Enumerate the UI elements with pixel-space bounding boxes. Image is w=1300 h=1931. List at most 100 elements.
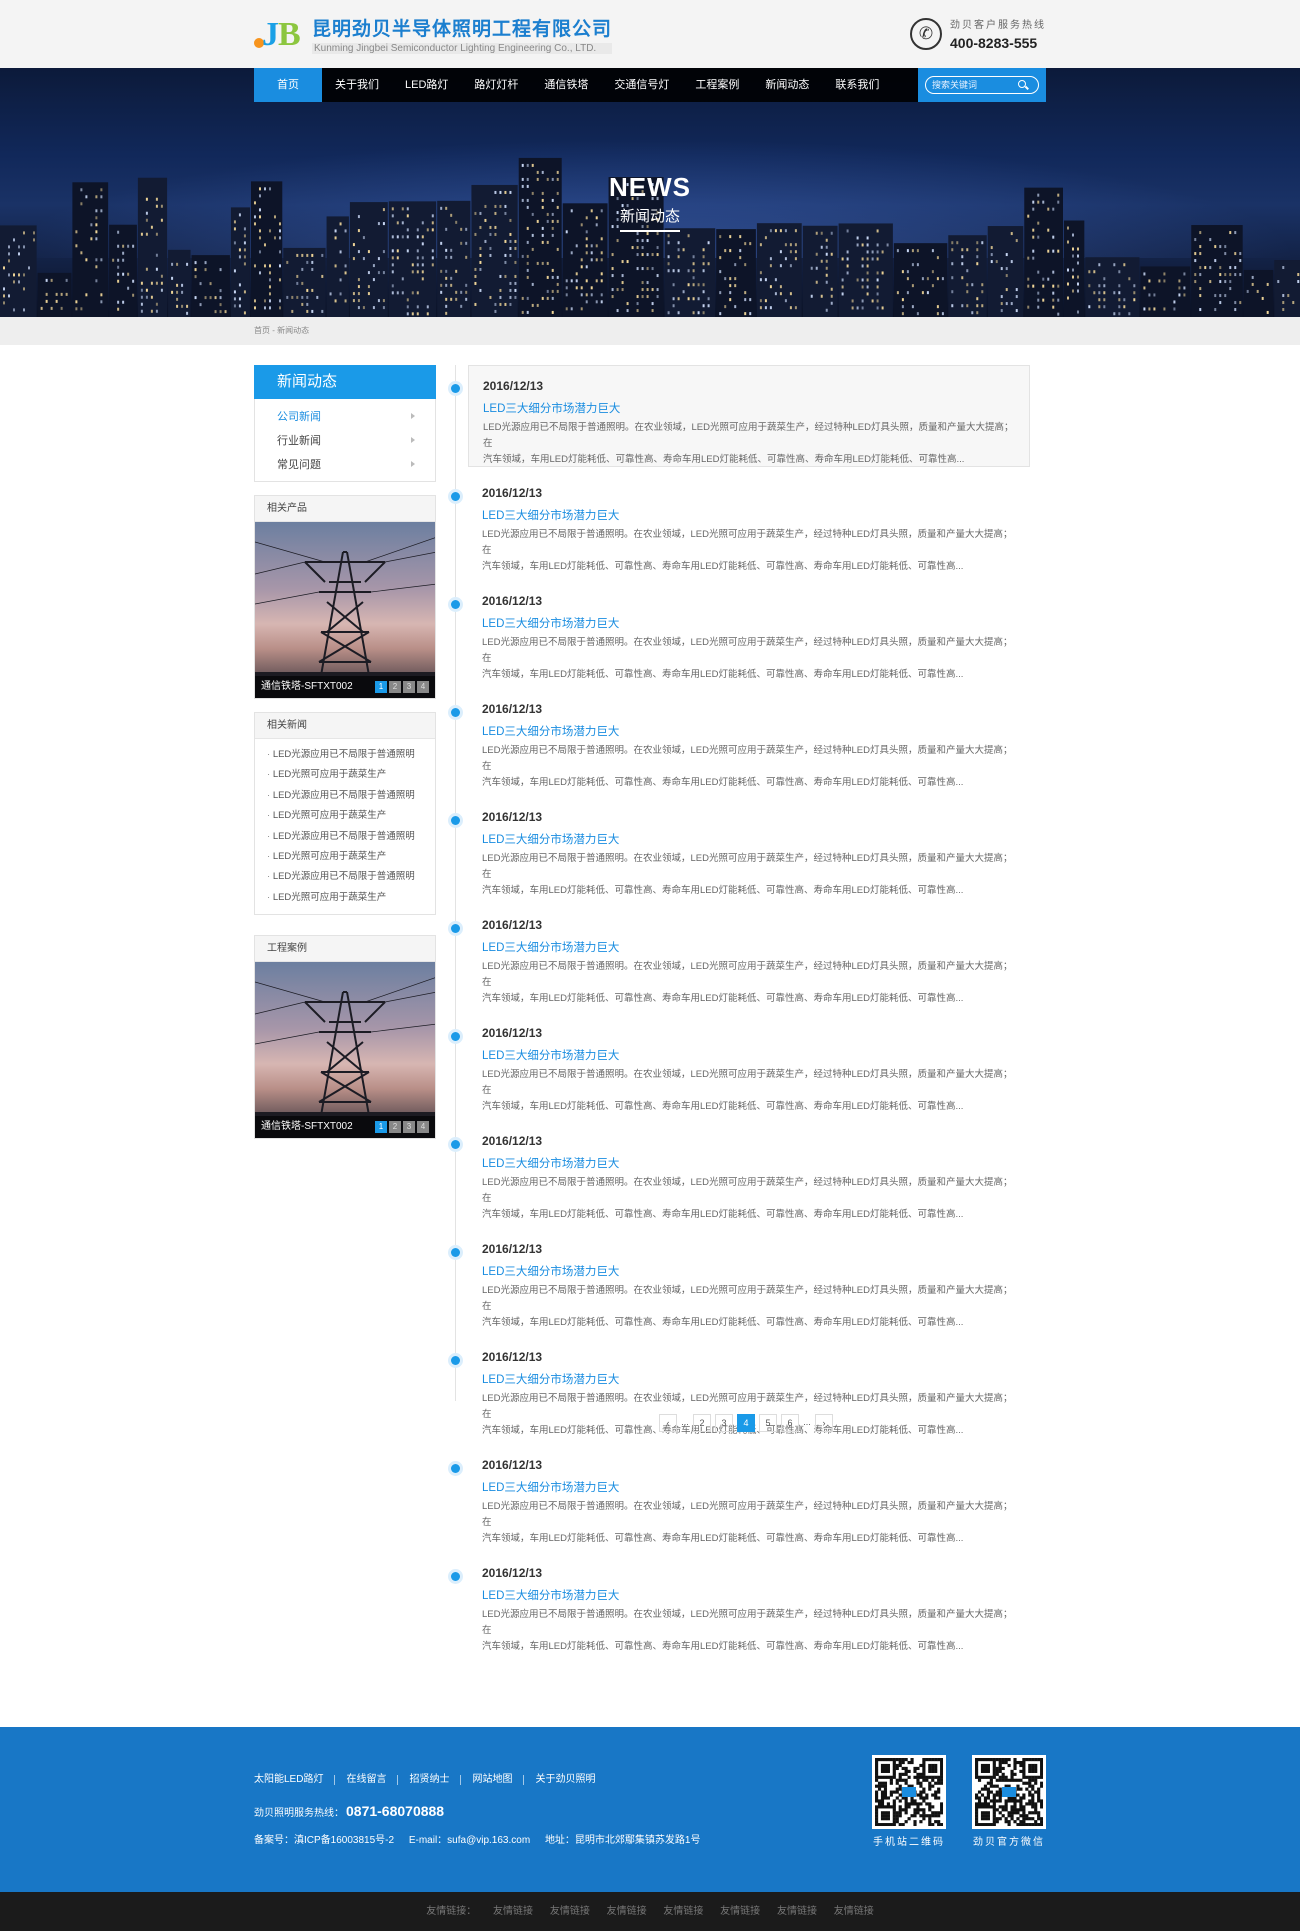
- news-item[interactable]: 2016/12/13 LED三大细分市场潜力巨大 LED光源应用已不局限于普通照明。…: [446, 689, 1046, 791]
- related-news-item[interactable]: LED光源应用已不局限于普通照明: [267, 827, 435, 847]
- slide-page-3[interactable]: 3: [403, 1121, 415, 1134]
- footer-email[interactable]: E-mail：sufa@vip.163.com: [409, 1835, 530, 1846]
- news-date: 2016/12/13: [482, 1242, 543, 1256]
- footer-icp[interactable]: 备案号：滇ICP备16003815号-2: [254, 1835, 394, 1846]
- page-button[interactable]: 3: [715, 1414, 733, 1432]
- nav-item-telecom-tower[interactable]: 通信铁塔: [531, 68, 602, 102]
- slide-page-2[interactable]: 2: [389, 681, 401, 693]
- search-icon[interactable]: [1018, 80, 1028, 90]
- footer-link-sitemap[interactable]: 网站地图: [460, 1775, 523, 1785]
- friend-link[interactable]: 友情链接: [777, 1906, 817, 1917]
- news-card[interactable]: 2016/12/13 LED三大细分市场潜力巨大 LED光源应用已不局限于普通照明。…: [468, 689, 1030, 791]
- sidebar-item-industry-news[interactable]: 行业新闻: [255, 429, 435, 453]
- news-card[interactable]: 2016/12/13 LED三大细分市场潜力巨大 LED光源应用已不局限于普通照明。…: [468, 1445, 1030, 1547]
- footer-link-jobs[interactable]: 招贤纳士: [397, 1775, 460, 1785]
- nav-search: [918, 68, 1046, 102]
- site-footer: 太阳能LED路灯 在线留言 招贤纳士 网站地图 关于劲贝照明 劲贝照明服务热线：…: [0, 1727, 1300, 1892]
- news-card[interactable]: 2016/12/13 LED三大细分市场潜力巨大 LED光源应用已不局限于普通照明。…: [468, 1013, 1030, 1115]
- news-title[interactable]: LED三大细分市场潜力巨大: [483, 400, 1015, 416]
- nav-item-projects[interactable]: 工程案例: [682, 68, 753, 102]
- product-slide[interactable]: 通信铁塔-SFTXT002 1 2 3 4: [255, 522, 435, 698]
- related-news-item[interactable]: LED光源应用已不局限于普通照明: [267, 867, 435, 887]
- news-item[interactable]: 2016/12/13 LED三大细分市场潜力巨大 LED光源应用已不局限于普通照明。…: [446, 1229, 1046, 1331]
- friend-link[interactable]: 友情链接: [834, 1906, 874, 1917]
- related-news-item[interactable]: LED光照可应用于蔬菜生产: [267, 765, 435, 785]
- sidebar-item-company-news[interactable]: 公司新闻: [255, 405, 435, 429]
- slide-page-1[interactable]: 1: [375, 1121, 387, 1134]
- news-card[interactable]: 2016/12/13 LED三大细分市场潜力巨大 LED光源应用已不局限于普通照明。…: [468, 797, 1030, 899]
- news-item[interactable]: 2016/12/13 LED三大细分市场潜力巨大 LED光源应用已不局限于普通照明。…: [446, 1013, 1046, 1115]
- breadcrumb[interactable]: 首页 - 新闻动态: [254, 317, 1046, 345]
- footer-link-solar-led[interactable]: 太阳能LED路灯: [254, 1775, 334, 1785]
- news-title[interactable]: LED三大细分市场潜力巨大: [482, 1587, 1016, 1603]
- related-news-item[interactable]: LED光照可应用于蔬菜生产: [267, 806, 435, 826]
- search-input[interactable]: [932, 80, 1018, 90]
- page-button[interactable]: 6: [781, 1414, 799, 1432]
- friend-link[interactable]: 友情链接: [550, 1906, 590, 1917]
- footer-link-message[interactable]: 在线留言: [334, 1775, 397, 1785]
- news-title[interactable]: LED三大细分市场潜力巨大: [482, 615, 1016, 631]
- news-title[interactable]: LED三大细分市场潜力巨大: [482, 723, 1016, 739]
- footer-link-about[interactable]: 关于劲贝照明: [523, 1775, 606, 1785]
- news-title[interactable]: LED三大细分市场潜力巨大: [482, 1371, 1016, 1387]
- news-card[interactable]: 2016/12/13 LED三大细分市场潜力巨大 LED光源应用已不局限于普通照明。…: [468, 1553, 1030, 1655]
- case-slide[interactable]: 通信铁塔-SFTXT002 1 2 3 4: [255, 962, 435, 1139]
- nav-item-light-pole[interactable]: 路灯灯杆: [461, 68, 532, 102]
- news-card[interactable]: 2016/12/13 LED三大细分市场潜力巨大 LED光源应用已不局限于普通照明。…: [468, 1229, 1030, 1331]
- page-button[interactable]: 2: [693, 1414, 711, 1432]
- news-card[interactable]: 2016/12/13 LED三大细分市场潜力巨大 LED光源应用已不局限于普通照明。…: [468, 905, 1030, 1007]
- news-title[interactable]: LED三大细分市场潜力巨大: [482, 1479, 1016, 1495]
- timeline-dot-icon: [451, 1464, 460, 1473]
- prev-page-button[interactable]: ‹: [659, 1414, 677, 1432]
- nav-item-news[interactable]: 新闻动态: [752, 68, 823, 102]
- related-products-box: 相关产品 通信铁塔-SFTXT002 1 2 3 4: [254, 495, 436, 699]
- related-news-item[interactable]: LED光照可应用于蔬菜生产: [267, 847, 435, 867]
- news-item[interactable]: 2016/12/13 LED三大细分市场潜力巨大 LED光源应用已不局限于普通照明。…: [446, 1445, 1046, 1547]
- news-item[interactable]: 2016/12/13 LED三大细分市场潜力巨大 LED光源应用已不局限于普通照明。…: [446, 1121, 1046, 1223]
- news-title[interactable]: LED三大细分市场潜力巨大: [482, 1047, 1016, 1063]
- related-news-item[interactable]: LED光源应用已不局限于普通照明: [267, 786, 435, 806]
- news-item[interactable]: 2016/12/13 LED三大细分市场潜力巨大 LED光源应用已不局限于普通照明。…: [446, 797, 1046, 899]
- news-title[interactable]: LED三大细分市场潜力巨大: [482, 1155, 1016, 1171]
- news-item[interactable]: 2016/12/13 LED三大细分市场潜力巨大 LED光源应用已不局限于普通照明。…: [446, 365, 1046, 467]
- page-button-current[interactable]: 4: [737, 1414, 755, 1432]
- slide-page-3[interactable]: 3: [403, 681, 415, 693]
- related-news-item[interactable]: LED光源应用已不局限于普通照明: [267, 745, 435, 765]
- qr-mobile-caption: 手机站二维码: [873, 1837, 945, 1848]
- news-item[interactable]: 2016/12/13 LED三大细分市场潜力巨大 LED光源应用已不局限于普通照明。…: [446, 905, 1046, 1007]
- friend-link[interactable]: 友情链接: [493, 1906, 533, 1917]
- qr-wechat: 劲贝官方微信: [972, 1755, 1046, 1848]
- news-title[interactable]: LED三大细分市场潜力巨大: [482, 939, 1016, 955]
- news-card[interactable]: 2016/12/13 LED三大细分市场潜力巨大 LED光源应用已不局限于普通照明。…: [468, 473, 1030, 575]
- news-card[interactable]: 2016/12/13 LED三大细分市场潜力巨大 LED光源应用已不局限于普通照明。…: [468, 365, 1030, 467]
- news-card[interactable]: 2016/12/13 LED三大细分市场潜力巨大 LED光源应用已不局限于普通照明。…: [468, 581, 1030, 683]
- nav-item-led-streetlight[interactable]: LED路灯: [392, 68, 462, 102]
- news-item[interactable]: 2016/12/13 LED三大细分市场潜力巨大 LED光源应用已不局限于普通照明。…: [446, 473, 1046, 575]
- nav-item-contact[interactable]: 联系我们: [822, 68, 893, 102]
- main-nav: 首页 关于我们 LED路灯 路灯灯杆 通信铁塔 交通信号灯 工程案例 新闻动态 …: [254, 68, 1046, 102]
- news-card[interactable]: 2016/12/13 LED三大细分市场潜力巨大 LED光源应用已不局限于普通照明。…: [468, 1121, 1030, 1223]
- customer-hotline: ✆ 劲贝客户服务热线 400-8283-555: [910, 16, 1046, 51]
- breadcrumb-bar: 首页 - 新闻动态: [0, 317, 1300, 345]
- related-news-item[interactable]: LED光照可应用于蔬菜生产: [267, 888, 435, 908]
- page-button[interactable]: 5: [759, 1414, 777, 1432]
- news-title[interactable]: LED三大细分市场潜力巨大: [482, 831, 1016, 847]
- friend-link[interactable]: 友情链接: [607, 1906, 647, 1917]
- news-item[interactable]: 2016/12/13 LED三大细分市场潜力巨大 LED光源应用已不局限于普通照明。…: [446, 1553, 1046, 1655]
- news-title[interactable]: LED三大细分市场潜力巨大: [482, 1263, 1016, 1279]
- slide-page-1[interactable]: 1: [375, 681, 387, 693]
- slide-page-4[interactable]: 4: [417, 681, 429, 693]
- friend-link[interactable]: 友情链接: [720, 1906, 760, 1917]
- nav-item-traffic-light[interactable]: 交通信号灯: [601, 68, 683, 102]
- sidebar-item-faq[interactable]: 常见问题: [255, 453, 435, 477]
- friend-link[interactable]: 友情链接: [663, 1906, 703, 1917]
- nav-item-about[interactable]: 关于我们: [322, 68, 392, 102]
- news-title[interactable]: LED三大细分市场潜力巨大: [482, 507, 1016, 523]
- slide-page-2[interactable]: 2: [389, 1121, 401, 1134]
- slide-page-4[interactable]: 4: [417, 1121, 429, 1134]
- next-page-button[interactable]: ›: [815, 1414, 833, 1432]
- timeline-dot-icon: [451, 924, 460, 933]
- nav-item-home[interactable]: 首页: [254, 68, 322, 102]
- company-logo[interactable]: JB 昆明劲贝半导体照明工程有限公司 Kunming Jingbei Semic…: [254, 13, 613, 55]
- news-item[interactable]: 2016/12/13 LED三大细分市场潜力巨大 LED光源应用已不局限于普通照明。…: [446, 581, 1046, 683]
